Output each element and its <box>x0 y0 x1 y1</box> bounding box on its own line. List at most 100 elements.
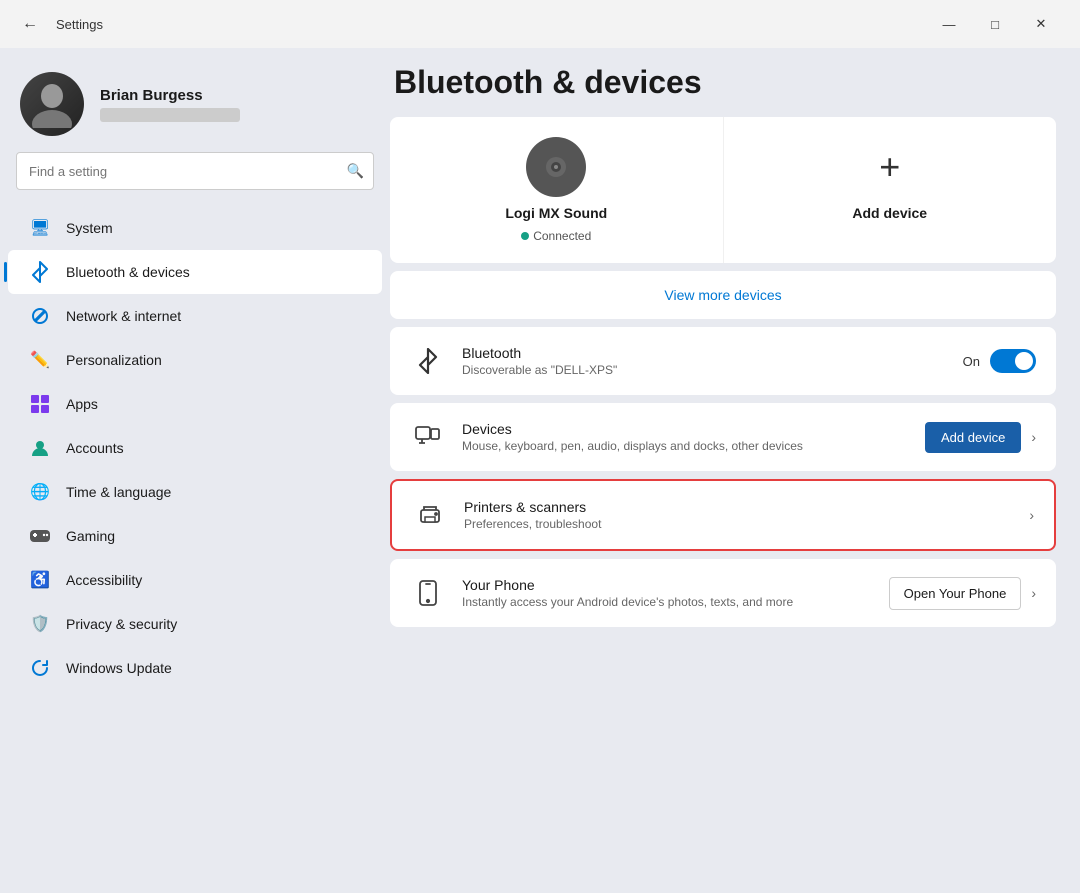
device-status: Connected <box>521 229 591 243</box>
network-icon <box>28 304 52 328</box>
sidebar-item-label-bluetooth: Bluetooth & devices <box>66 264 190 280</box>
devices-section-card: Devices Mouse, keyboard, pen, audio, dis… <box>390 403 1056 471</box>
accounts-icon <box>28 436 52 460</box>
sidebar-item-time[interactable]: 🌐 Time & language <box>8 470 382 514</box>
phone-chevron-icon: › <box>1031 585 1036 601</box>
minimize-button[interactable]: — <box>926 8 972 40</box>
bluetooth-toggle[interactable] <box>990 349 1036 373</box>
status-dot <box>521 232 529 240</box>
add-device-tile[interactable]: + Add device <box>724 117 1057 263</box>
sidebar-item-bluetooth[interactable]: Bluetooth & devices <box>8 250 382 294</box>
sidebar-item-network[interactable]: Network & internet <box>8 294 382 338</box>
device-name: Logi MX Sound <box>505 205 607 221</box>
printers-subtitle: Preferences, troubleshoot <box>464 517 1013 531</box>
back-button[interactable]: ← <box>16 10 44 38</box>
page-title: Bluetooth & devices <box>390 64 1060 101</box>
devices-action: Add device › <box>925 422 1036 453</box>
devices-card: Logi MX Sound Connected + Add device <box>390 117 1056 263</box>
sidebar-item-accessibility[interactable]: ♿ Accessibility <box>8 558 382 602</box>
open-phone-button[interactable]: Open Your Phone <box>889 577 1022 610</box>
apps-icon <box>28 392 52 416</box>
view-more-devices-button[interactable]: View more devices <box>390 271 1056 319</box>
personalization-icon: ✏️ <box>28 348 52 372</box>
sidebar-item-label-network: Network & internet <box>66 308 181 324</box>
main-content: Bluetooth & devices Logi MX Sound <box>390 48 1080 893</box>
avatar-image <box>20 72 84 136</box>
device-logi[interactable]: Logi MX Sound Connected <box>390 117 724 263</box>
bluetooth-card: Bluetooth Discoverable as "DELL-XPS" On <box>390 327 1056 395</box>
app-body: Brian Burgess 🔍 🖥 System Bluetooth & dev… <box>0 48 1080 893</box>
bluetooth-toggle-label: On <box>963 354 980 369</box>
sidebar-item-gaming[interactable]: Gaming <box>8 514 382 558</box>
bluetooth-toggle-area: On <box>963 349 1036 373</box>
sidebar-item-personalization[interactable]: ✏️ Personalization <box>8 338 382 382</box>
bluetooth-row[interactable]: Bluetooth Discoverable as "DELL-XPS" On <box>390 327 1056 395</box>
accessibility-icon: ♿ <box>28 568 52 592</box>
phone-row[interactable]: Your Phone Instantly access your Android… <box>390 559 1056 627</box>
bluetooth-icon <box>28 260 52 284</box>
phone-subtitle: Instantly access your Android device's p… <box>462 595 873 609</box>
maximize-button[interactable]: □ <box>972 8 1018 40</box>
printers-card[interactable]: Printers & scanners Preferences, trouble… <box>390 479 1056 551</box>
view-more-label: View more devices <box>664 287 781 303</box>
title-bar: ← Settings — □ ✕ <box>0 0 1080 48</box>
sidebar-item-label-time: Time & language <box>66 484 171 500</box>
app-title: Settings <box>56 17 914 32</box>
close-button[interactable]: ✕ <box>1018 8 1064 40</box>
user-name: Brian Burgess <box>100 87 370 104</box>
sidebar-item-label-windows-update: Windows Update <box>66 660 172 676</box>
printers-row[interactable]: Printers & scanners Preferences, trouble… <box>392 481 1054 549</box>
bluetooth-setting-icon <box>410 343 446 379</box>
sidebar-item-windows-update[interactable]: Windows Update <box>8 646 382 690</box>
sidebar-item-label-gaming: Gaming <box>66 528 115 544</box>
sidebar: Brian Burgess 🔍 🖥 System Bluetooth & dev… <box>0 48 390 893</box>
sidebar-item-label-accessibility: Accessibility <box>66 572 142 588</box>
sidebar-item-label-personalization: Personalization <box>66 352 162 368</box>
privacy-icon: 🛡️ <box>28 612 52 636</box>
printers-action: › <box>1029 507 1034 523</box>
printers-icon <box>412 497 448 533</box>
sidebar-item-accounts[interactable]: Accounts <box>8 426 382 470</box>
printers-title: Printers & scanners <box>464 499 1013 515</box>
add-device-plus-icon: + <box>860 137 920 197</box>
search-icon: 🔍 <box>347 163 364 180</box>
toggle-knob <box>1015 352 1033 370</box>
add-device-button[interactable]: Add device <box>925 422 1021 453</box>
sidebar-item-system[interactable]: 🖥 System <box>8 206 382 250</box>
device-icon <box>526 137 586 197</box>
search-box: 🔍 <box>16 152 374 190</box>
user-section: Brian Burgess <box>0 64 390 152</box>
avatar <box>20 72 84 136</box>
printers-chevron-icon: › <box>1029 507 1034 523</box>
devices-icon <box>410 419 446 455</box>
time-icon: 🌐 <box>28 480 52 504</box>
windows-update-icon <box>28 656 52 680</box>
bluetooth-title: Bluetooth <box>462 345 947 361</box>
phone-card: Your Phone Instantly access your Android… <box>390 559 1056 627</box>
user-account-bar <box>100 108 240 122</box>
sidebar-item-apps[interactable]: Apps <box>8 382 382 426</box>
devices-text: Devices Mouse, keyboard, pen, audio, dis… <box>462 421 909 453</box>
user-info: Brian Burgess <box>100 87 370 122</box>
devices-title: Devices <box>462 421 909 437</box>
bluetooth-subtitle: Discoverable as "DELL-XPS" <box>462 363 947 377</box>
sidebar-item-label-apps: Apps <box>66 396 98 412</box>
devices-chevron-icon: › <box>1031 429 1036 445</box>
devices-subtitle: Mouse, keyboard, pen, audio, displays an… <box>462 439 909 453</box>
phone-icon <box>410 575 446 611</box>
phone-title: Your Phone <box>462 577 873 593</box>
system-icon: 🖥 <box>28 216 52 240</box>
devices-row[interactable]: Devices Mouse, keyboard, pen, audio, dis… <box>390 403 1056 471</box>
gaming-icon <box>28 524 52 548</box>
sidebar-item-privacy[interactable]: 🛡️ Privacy & security <box>8 602 382 646</box>
sidebar-item-label-privacy: Privacy & security <box>66 616 177 632</box>
add-device-label: Add device <box>852 205 927 221</box>
printers-text: Printers & scanners Preferences, trouble… <box>464 499 1013 531</box>
phone-action: Open Your Phone › <box>889 577 1036 610</box>
window-controls: — □ ✕ <box>926 8 1064 40</box>
bluetooth-text: Bluetooth Discoverable as "DELL-XPS" <box>462 345 947 377</box>
search-input[interactable] <box>16 152 374 190</box>
phone-text: Your Phone Instantly access your Android… <box>462 577 873 609</box>
content-area: Logi MX Sound Connected + Add device Vie… <box>390 117 1060 893</box>
sidebar-item-label-accounts: Accounts <box>66 440 124 456</box>
